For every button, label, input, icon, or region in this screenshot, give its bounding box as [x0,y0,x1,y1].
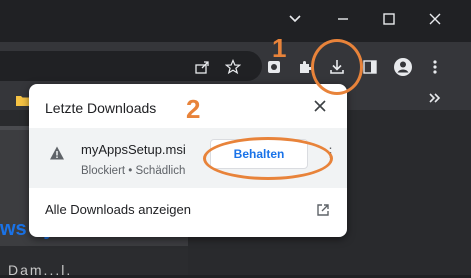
minimize-icon[interactable] [330,8,356,30]
annotation-number-1: 1 [272,33,287,63]
popup-title: Letzte Downloads [45,100,157,116]
close-icon[interactable] [422,8,448,30]
annotation-circle-2 [203,137,333,180]
download-status: Blockiert • Schädlich [81,165,186,177]
maximize-icon[interactable] [376,8,402,30]
warning-icon [49,145,65,161]
profile-icon[interactable] [391,55,415,79]
close-icon [314,100,326,112]
open-external-icon[interactable] [314,201,332,219]
annotation-circle-1 [311,39,363,95]
chevron-down-icon[interactable] [282,8,308,30]
page-footer-fragment: Dam...l. [8,262,73,278]
download-file-name: myAppsSetup.msi [81,142,186,157]
kebab-menu-icon[interactable] [423,55,447,79]
share-icon[interactable] [190,55,214,79]
bookmark-folder-icon[interactable] [16,93,30,106]
chevron-double-right-icon[interactable] [428,91,444,105]
annotation-number-2: 2 [186,94,201,124]
popup-close-button[interactable] [310,96,330,116]
star-icon[interactable] [221,55,245,79]
show-all-downloads-link[interactable]: Alle Downloads anzeigen [45,202,191,217]
